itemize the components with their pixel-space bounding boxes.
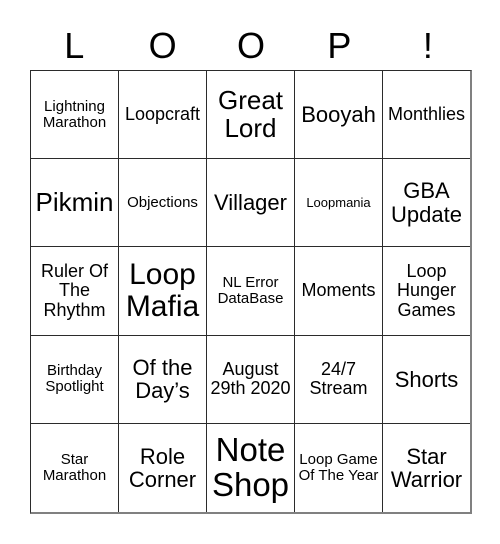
- bingo-cell[interactable]: Lightning Marathon: [31, 71, 119, 160]
- bingo-row: Ruler Of The Rhythm Loop Mafia NL Error …: [31, 247, 470, 336]
- bingo-cell-label: Pikmin: [35, 187, 114, 218]
- bingo-cell-label: Loop Mafia: [125, 258, 200, 323]
- bingo-cell[interactable]: Star Warrior: [383, 423, 470, 513]
- bingo-cell[interactable]: Star Marathon: [31, 423, 119, 513]
- bingo-cell-label: Booyah: [301, 101, 376, 127]
- bingo-row: Star Marathon Role Corner Note Shop Loop…: [31, 423, 470, 513]
- header-letter-3: O: [237, 25, 266, 66]
- header-letter-4: P: [327, 25, 352, 66]
- bingo-cell[interactable]: NL Error DataBase: [207, 247, 295, 336]
- bingo-cell[interactable]: Loop Hunger Games: [383, 247, 470, 336]
- bingo-cell-label: Shorts: [394, 366, 459, 392]
- bingo-cell-label: Ruler Of The Rhythm: [40, 261, 109, 320]
- bingo-cell-label: Moments: [301, 280, 376, 301]
- bingo-row: Pikmin Objections Villager Loopmania GBA…: [31, 159, 470, 248]
- bingo-cell[interactable]: Birthday Spotlight: [31, 335, 119, 424]
- bingo-cell-label: Birthday Spotlight: [45, 362, 104, 396]
- bingo-cell-label: Loopcraft: [124, 104, 201, 125]
- bingo-cell[interactable]: Note Shop: [207, 423, 295, 513]
- bingo-row: Birthday Spotlight Of the Day’s August 2…: [31, 335, 470, 424]
- bingo-cell-label: Role Corner: [128, 443, 197, 492]
- bingo-cell[interactable]: Loop Game Of The Year: [295, 423, 383, 513]
- bingo-cell[interactable]: GBA Update: [383, 159, 470, 248]
- bingo-cell[interactable]: Role Corner: [119, 423, 207, 513]
- bingo-cell-label: Loop Game Of The Year: [298, 451, 379, 484]
- bingo-cell-label: Note Shop: [211, 430, 290, 503]
- bingo-cell[interactable]: Booyah: [295, 71, 383, 160]
- bingo-cell-label: Loop Hunger Games: [396, 261, 457, 320]
- bingo-card: L O O P ! Lightning Marathon Loopcraft G…: [0, 0, 500, 544]
- bingo-cell[interactable]: Of the Day’s: [119, 335, 207, 424]
- bingo-cell[interactable]: Monthlies: [383, 71, 470, 160]
- bingo-cell-label: Star Warrior: [390, 443, 463, 492]
- bingo-cell[interactable]: Great Lord: [207, 71, 295, 160]
- bingo-cell-label: Monthlies: [387, 104, 466, 125]
- header-letter-1: L: [64, 25, 85, 66]
- bingo-row: Lightning Marathon Loopcraft Great Lord …: [31, 71, 470, 160]
- bingo-cell[interactable]: Shorts: [383, 335, 470, 424]
- bingo-cell[interactable]: Loop Mafia: [119, 247, 207, 336]
- header-letter-5: !: [422, 25, 433, 66]
- bingo-cell-label: Star Marathon: [42, 451, 107, 484]
- bingo-cell[interactable]: Moments: [295, 247, 383, 336]
- bingo-cell[interactable]: August 29th 2020: [207, 335, 295, 424]
- bingo-grid: Lightning Marathon Loopcraft Great Lord …: [30, 70, 472, 514]
- bingo-cell[interactable]: Objections: [119, 159, 207, 248]
- bingo-cell[interactable]: Ruler Of The Rhythm: [31, 247, 119, 336]
- bingo-header-row: L O O P !: [30, 22, 472, 70]
- bingo-cell-label: NL Error DataBase: [217, 274, 284, 307]
- bingo-cell[interactable]: Pikmin: [31, 159, 119, 248]
- bingo-cell-label: 24/7 Stream: [309, 359, 368, 399]
- header-letter-2: O: [148, 25, 177, 66]
- bingo-cell-label: Loopmania: [306, 194, 371, 210]
- bingo-cell-label: Great Lord: [217, 85, 284, 143]
- bingo-cell-label: August 29th 2020: [210, 359, 291, 399]
- bingo-cell[interactable]: Loopcraft: [119, 71, 207, 160]
- bingo-cell-label: Of the Day’s: [132, 354, 193, 404]
- bingo-cell-label: GBA Update: [391, 178, 462, 227]
- bingo-cell-label: Lightning Marathon: [42, 97, 107, 131]
- bingo-cell-label: Villager: [214, 190, 287, 216]
- bingo-cell[interactable]: Loopmania: [295, 159, 383, 248]
- bingo-cell-label: Objections: [127, 193, 198, 211]
- bingo-cell[interactable]: 24/7 Stream: [295, 335, 383, 424]
- bingo-cell[interactable]: Villager: [207, 159, 295, 248]
